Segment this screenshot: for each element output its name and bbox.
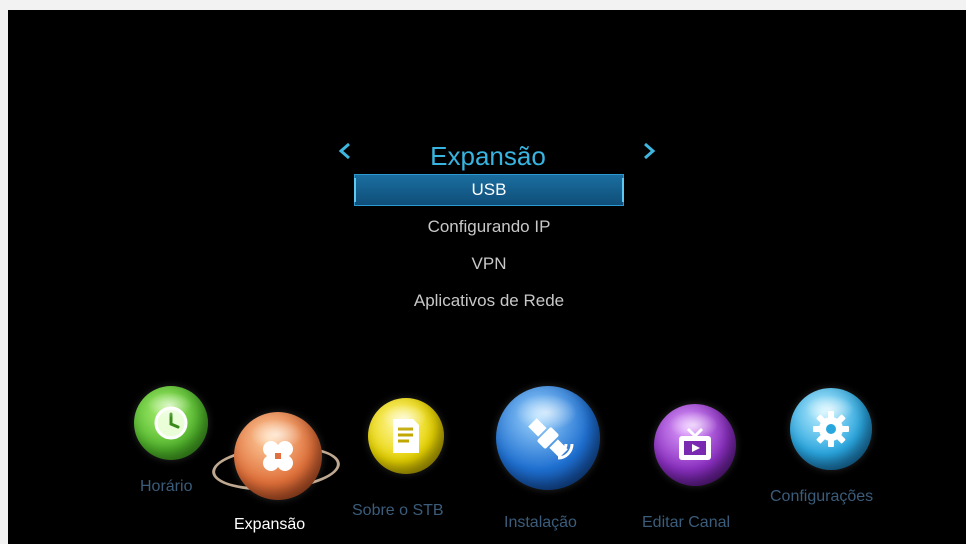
clock-icon (134, 386, 208, 460)
menu-item-vpn[interactable]: VPN (354, 248, 624, 280)
tv-glyph (679, 427, 711, 460)
expansion-icon (234, 412, 322, 500)
menu-item-aplicativos-de-rede[interactable]: Aplicativos de Rede (354, 285, 624, 317)
tv-screen: Expansão USB Configurando IP VPN Aplicat… (8, 10, 966, 544)
clock-glyph (154, 406, 188, 440)
dock-label: Instalação (504, 514, 577, 531)
document-icon (368, 398, 444, 474)
dock-label: Horário (140, 478, 193, 495)
dock-label: Sobre o STB (352, 502, 444, 519)
chevron-right-icon (644, 142, 656, 160)
prev-category-arrow[interactable] (336, 142, 354, 164)
category-title: Expansão (430, 141, 546, 171)
menu-header: Expansão (8, 138, 966, 178)
satellite-icon (496, 386, 600, 490)
gear-glyph (813, 411, 849, 447)
clover-glyph (263, 441, 293, 471)
dock-label: Configurações (770, 488, 874, 505)
menu-item-configurando-ip[interactable]: Configurando IP (354, 211, 624, 243)
dock-label: Expansão (234, 516, 306, 533)
satellite-glyph (528, 418, 574, 460)
menu-item-usb[interactable]: USB (354, 174, 624, 206)
dock-label: Editar Canal (642, 514, 731, 531)
tv-icon (654, 404, 736, 486)
chevron-left-icon (338, 142, 350, 160)
next-category-arrow[interactable] (640, 142, 658, 164)
document-glyph (393, 419, 419, 453)
gear-icon (790, 388, 872, 470)
